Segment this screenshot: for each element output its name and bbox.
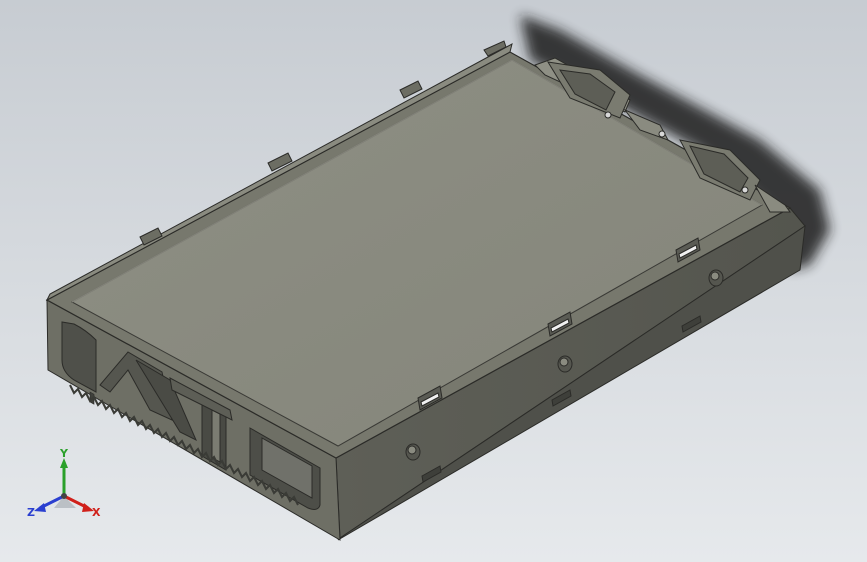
triad-origin [61, 493, 67, 499]
z-axis-arrow [34, 503, 46, 512]
graphics-viewport[interactable]: Y X Z [0, 0, 867, 562]
3d-model-view[interactable] [0, 0, 867, 562]
y-axis-label: Y [59, 447, 69, 460]
z-axis-label: Z [27, 506, 35, 519]
orientation-triad: Y X Z [27, 447, 101, 519]
x-axis-label: X [92, 506, 101, 519]
